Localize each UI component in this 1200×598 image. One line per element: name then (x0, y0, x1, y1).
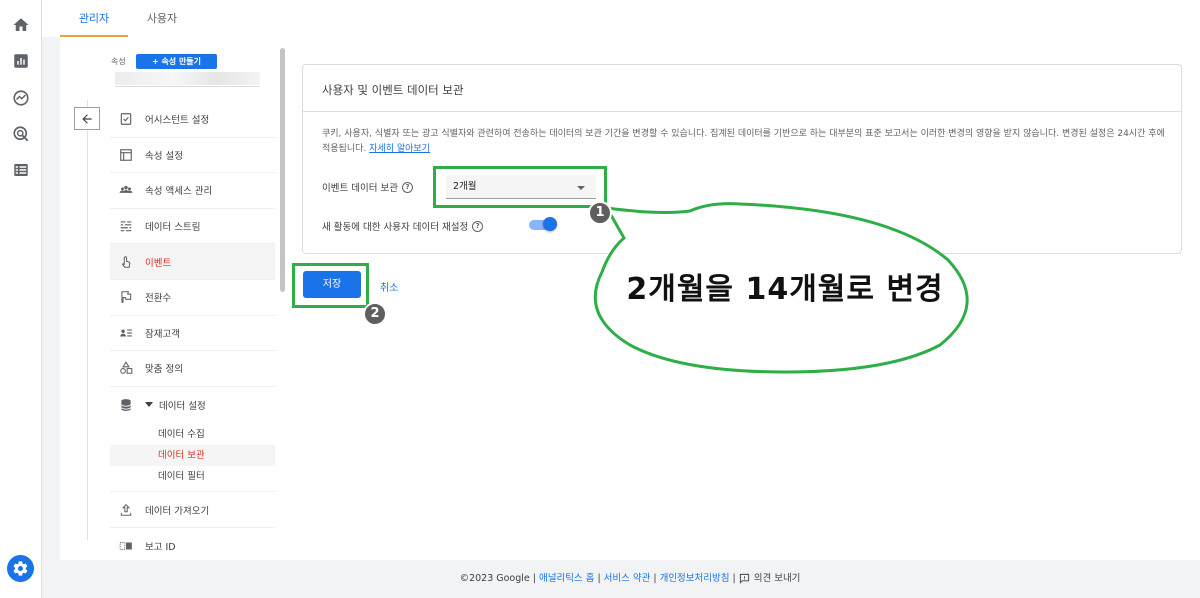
step-badge-1: 1 (588, 201, 612, 225)
footer-link-privacy[interactable]: 개인정보처리방침 (660, 573, 730, 584)
explore-icon[interactable] (12, 89, 30, 107)
tab-admin[interactable]: 관리자 (60, 0, 128, 37)
nav-item-reporting-id[interactable]: 보고 ID (110, 528, 275, 564)
advertising-icon[interactable] (12, 125, 30, 143)
copyright: ©2023 Google (459, 573, 530, 584)
checklist-icon (120, 113, 132, 126)
data-settings-submenu: 데이터 수집 데이터 보관 데이터 필터 (110, 422, 275, 493)
help-icon[interactable]: ? (401, 181, 413, 193)
database-icon (120, 398, 132, 411)
property-selector-redacted[interactable] (115, 72, 260, 85)
data-streams-icon (120, 221, 132, 232)
footer-link-analytics-home[interactable]: 애널리틱스 홈 (539, 573, 594, 584)
create-property-button[interactable]: + 속성 만들기 (136, 54, 217, 69)
nav-item-audiences[interactable]: 잠재고객 (110, 316, 275, 352)
card-description: 쿠키, 사용자, 식별자 또는 광고 식별자와 관련하여 전송하는 데이터의 보… (322, 129, 1165, 154)
nav-item-conversions[interactable]: 전환수 (110, 280, 275, 316)
card-divider (303, 111, 1181, 112)
nav-item-data-streams[interactable]: 데이터 스트림 (110, 209, 275, 245)
reset-user-data-row: 새 활동에 대한 사용자 데이터 재설정 ? (322, 219, 484, 233)
flag-icon (121, 291, 132, 304)
highlight-box-save (292, 263, 369, 308)
help-icon[interactable]: ? (472, 220, 484, 232)
reporting-id-icon (119, 541, 132, 550)
gear-icon[interactable] (7, 555, 34, 582)
sub-item-data-retention[interactable]: 데이터 보관 (110, 445, 275, 467)
footer-link-terms[interactable]: 서비스 약관 (604, 573, 651, 584)
audience-icon (120, 329, 132, 337)
home-icon[interactable] (12, 16, 30, 34)
nav-divider (87, 100, 88, 540)
admin-nav: 어시스턴트 설정 속성 설정 속성 액세스 관리 데이터 스트림 이벤트 전환수… (110, 102, 275, 564)
nav-item-data-settings[interactable]: 데이터 설정 (110, 387, 275, 423)
sub-item-data-filters[interactable]: 데이터 필터 (110, 466, 275, 487)
nav-item-setup-assistant[interactable]: 어시스턴트 설정 (110, 102, 275, 138)
people-icon (119, 186, 133, 194)
top-tab-bar: 관리자 사용자 (42, 0, 1200, 37)
touch-icon (121, 255, 131, 268)
highlight-box-select (433, 166, 607, 208)
upload-icon (120, 503, 132, 516)
property-label: 속성 (111, 57, 126, 66)
tab-user[interactable]: 사용자 (130, 0, 194, 37)
property-selector-underline (115, 86, 260, 87)
cancel-button[interactable]: 취소 (380, 279, 398, 294)
back-button[interactable] (74, 107, 100, 130)
learn-more-link[interactable]: 자세히 알아보기 (369, 144, 430, 154)
nav-scrollbar[interactable] (280, 48, 285, 292)
card-title: 사용자 및 이벤트 데이터 보관 (322, 83, 464, 97)
left-rail (0, 0, 42, 598)
nav-item-events[interactable]: 이벤트 (110, 244, 275, 280)
step-badge-2: 2 (363, 302, 387, 326)
nav-item-property-access[interactable]: 속성 액세스 관리 (110, 173, 275, 209)
nav-item-custom-definitions[interactable]: 맞춤 정의 (110, 351, 275, 387)
nav-item-data-import[interactable]: 데이터 가져오기 (110, 492, 275, 528)
sub-item-data-collection[interactable]: 데이터 수집 (110, 424, 275, 445)
footer: ©2023 Google | 애널리틱스 홈 | 서비스 약관 | 개인정보처리방침 | 의견 … (459, 573, 801, 584)
configure-icon[interactable] (12, 161, 30, 179)
property-settings-icon (120, 149, 132, 161)
reports-icon[interactable] (12, 52, 30, 70)
feedback-icon (739, 573, 749, 584)
feedback-button[interactable]: 의견 보내기 (739, 573, 800, 584)
callout-text: 2개월을 14개월로 변경 (626, 272, 944, 307)
shapes-icon (120, 361, 133, 375)
event-retention-row: 이벤트 데이터 보관 ? (322, 180, 413, 194)
reset-user-data-toggle[interactable] (527, 217, 557, 231)
chevron-down-icon (145, 402, 153, 408)
nav-item-property-settings[interactable]: 속성 설정 (110, 138, 275, 174)
arrow-back-icon (82, 113, 92, 124)
